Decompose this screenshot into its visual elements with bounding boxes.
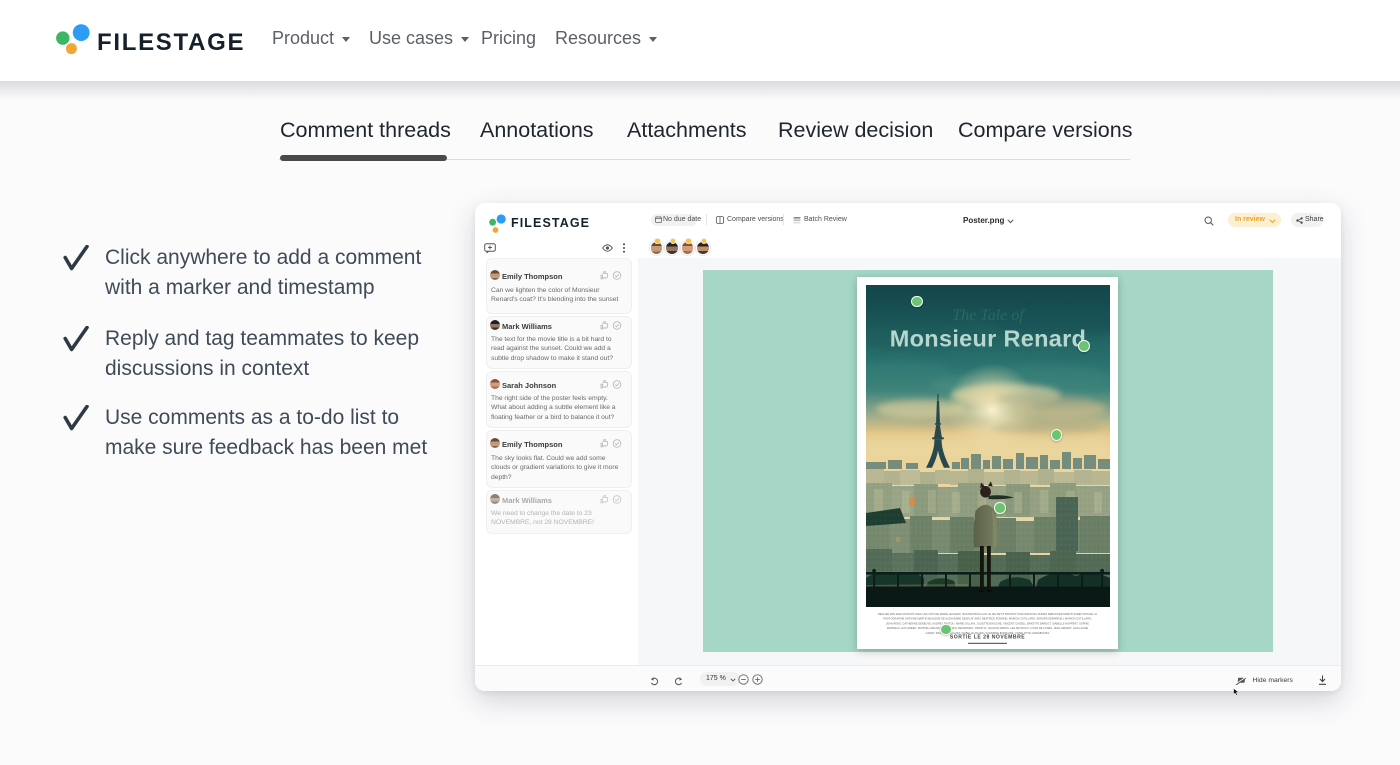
svg-text:The Tale of: The Tale of	[952, 307, 1026, 324]
svg-text:Monsieur Renard: Monsieur Renard	[890, 326, 1086, 352]
svg-text:MARCEAU, EVA GREEN, MATHIEU AM: MARCEAU, EVA GREEN, MATHIEU AMALRIC, JEA…	[887, 626, 1089, 630]
svg-text:JEAN RENO, CATHERINE DENEUVE,: JEAN RENO, CATHERINE DENEUVE, AUDREY TAU…	[886, 621, 1089, 625]
svg-text:REALISE PAR JEAN DUPONT AVEC L: REALISE PAR JEAN DUPONT AVEC LES VOIX DE…	[878, 612, 1097, 616]
svg-text:SORTIE LE 28 NOVEMBRE: SORTIE LE 28 NOVEMBRE	[950, 635, 1025, 641]
svg-text:PHOTOGRAPHIE ANTOINE MARTIN MU: PHOTOGRAPHIE ANTOINE MARTIN MUSIQUE DE A…	[883, 617, 1092, 621]
